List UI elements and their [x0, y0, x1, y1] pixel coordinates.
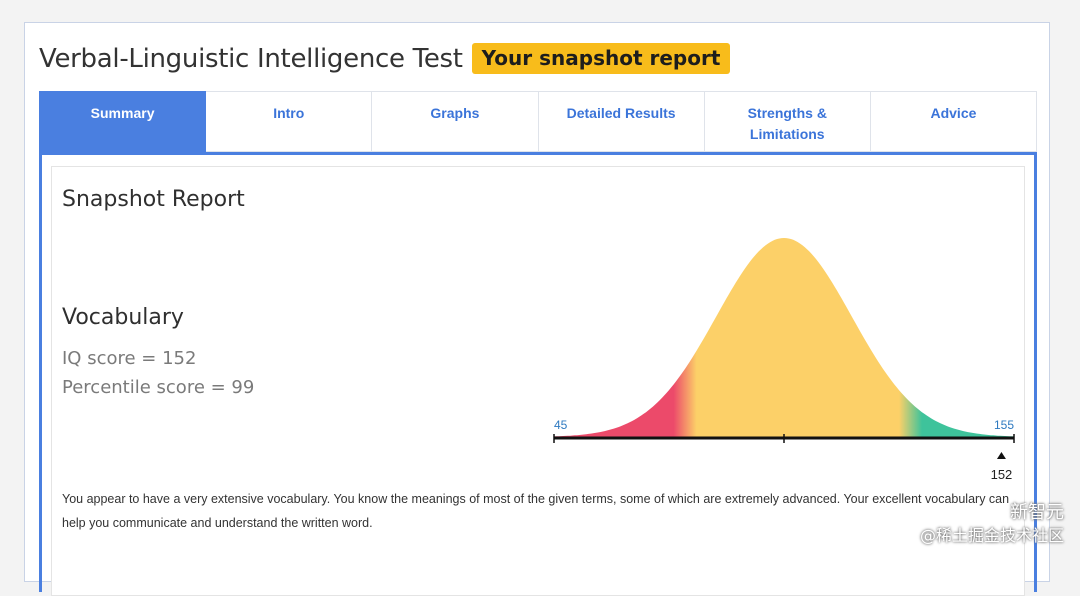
- report-card: Verbal-Linguistic Intelligence Test Your…: [24, 22, 1050, 596]
- tab-strengths-limitations[interactable]: Strengths & Limitations: [704, 91, 871, 152]
- title-row: Verbal-Linguistic Intelligence Test Your…: [39, 43, 731, 74]
- axis-max-label: 155: [994, 418, 1014, 432]
- bell-curve-area: [554, 238, 1014, 437]
- tab-advice[interactable]: Advice: [870, 91, 1038, 152]
- tab-bar: Summary Intro Graphs Detailed Results St…: [39, 91, 1038, 152]
- vocabulary-heading: Vocabulary: [62, 305, 184, 330]
- iq-score: IQ score = 152: [62, 348, 197, 369]
- snapshot-section: Snapshot Report Vocabulary IQ score = 15…: [51, 166, 1025, 596]
- result-description: You appear to have a very extensive voca…: [62, 492, 1010, 530]
- tab-intro[interactable]: Intro: [206, 91, 373, 152]
- snapshot-badge: Your snapshot report: [471, 43, 731, 74]
- watermark-secondary: @稀土掘金技术社区: [919, 526, 1064, 545]
- score-marker-label: 152: [991, 467, 1013, 482]
- tab-panel: Snapshot Report Vocabulary IQ score = 15…: [39, 152, 1037, 596]
- watermark-primary: 新智元: [1010, 502, 1064, 523]
- page-title: Verbal-Linguistic Intelligence Test: [39, 43, 463, 74]
- tab-detailed-results[interactable]: Detailed Results: [538, 91, 705, 152]
- tab-summary[interactable]: Summary: [39, 91, 207, 152]
- score-marker-arrow: [996, 452, 1006, 459]
- section-title: Snapshot Report: [62, 187, 245, 212]
- tab-graphs[interactable]: Graphs: [372, 91, 539, 152]
- axis-min-label: 45: [554, 418, 568, 432]
- distribution-chart: 45 155 152: [553, 238, 1015, 482]
- percentile-score: Percentile score = 99: [62, 377, 255, 398]
